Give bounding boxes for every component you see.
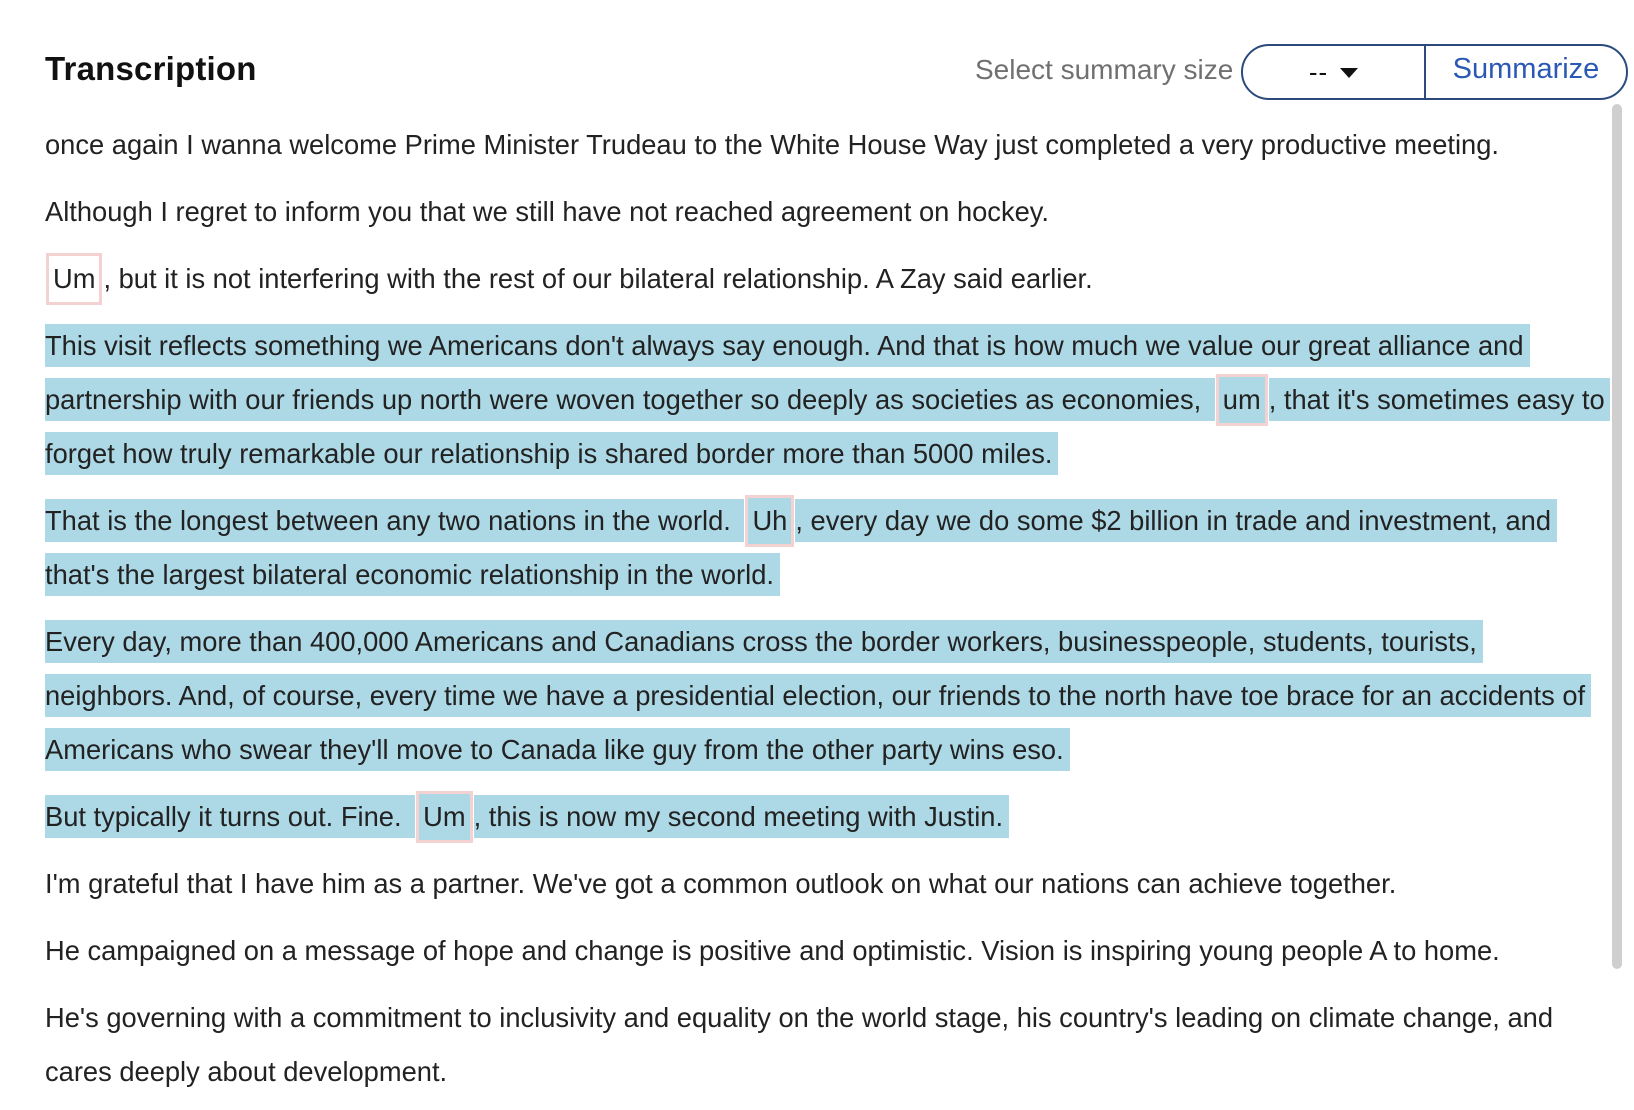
transcript-text: , but it is not interfering with the res… xyxy=(103,263,1093,294)
transcript-paragraph[interactable]: Although I regret to inform you that we … xyxy=(45,185,1610,239)
summary-size-label: Select summary size xyxy=(975,54,1234,85)
transcript-paragraph-selected[interactable]: This visit reflects something we America… xyxy=(45,319,1610,481)
transcript-paragraph[interactable]: He's governing with a commitment to incl… xyxy=(45,991,1610,1099)
transcript-paragraph-selected[interactable]: That is the longest between any two nati… xyxy=(45,494,1610,602)
filler-word[interactable]: Um xyxy=(416,791,473,843)
filler-word[interactable]: um xyxy=(1215,374,1268,426)
transcript-text: He campaigned on a message of hope and c… xyxy=(45,935,1500,966)
transcript-text: Every day, more than 400,000 Americans a… xyxy=(45,620,1592,771)
scrollbar-thumb[interactable] xyxy=(1612,104,1622,969)
summary-size-value: -- xyxy=(1308,56,1329,87)
filler-word[interactable]: Uh xyxy=(745,495,795,547)
transcript-body: once again I wanna welcome Prime Ministe… xyxy=(45,118,1610,1110)
transcript-paragraph[interactable]: Um, but it is not interfering with the r… xyxy=(45,252,1610,306)
transcript-text: once again I wanna welcome Prime Ministe… xyxy=(45,129,1499,160)
transcript-text: But typically it turns out. Fine. xyxy=(45,795,416,838)
transcript-paragraph[interactable]: once again I wanna welcome Prime Ministe… xyxy=(45,118,1610,172)
transcript-text: That is the longest between any two nati… xyxy=(45,499,745,542)
page-title: Transcription xyxy=(45,50,257,87)
transcript-text: , this is now my second meeting with Jus… xyxy=(473,795,1010,838)
transcript-text: He's governing with a commitment to incl… xyxy=(45,1002,1554,1087)
summarize-button[interactable]: Summarize xyxy=(1426,46,1626,98)
transcript-paragraph[interactable]: I'm grateful that I have him as a partne… xyxy=(45,857,1610,911)
transcript-scrollbar[interactable] xyxy=(1608,104,1626,1110)
transcript-paragraph-selected[interactable]: But typically it turns out. Fine. Um, th… xyxy=(45,790,1610,844)
summary-controls: -- Summarize xyxy=(1241,44,1628,100)
transcript-text: Although I regret to inform you that we … xyxy=(45,196,1049,227)
transcript-text: I'm grateful that I have him as a partne… xyxy=(45,868,1397,899)
summary-size-select[interactable]: -- xyxy=(1243,46,1426,98)
filler-word[interactable]: Um xyxy=(46,253,103,305)
transcript-paragraph[interactable]: He campaigned on a message of hope and c… xyxy=(45,924,1610,978)
transcript-paragraph-selected[interactable]: Every day, more than 400,000 Americans a… xyxy=(45,615,1610,777)
transcription-header: Transcription Select summary size -- Sum… xyxy=(0,0,1634,110)
caret-down-icon xyxy=(1340,68,1359,78)
